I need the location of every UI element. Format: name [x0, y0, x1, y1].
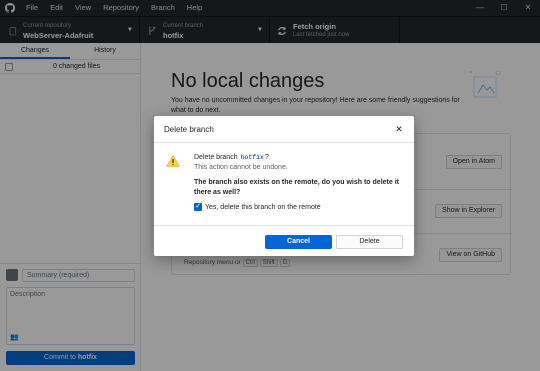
delete-suffix: ?	[264, 154, 269, 161]
dialog-title: Delete branch	[164, 124, 214, 134]
cancel-button[interactable]: Cancel	[265, 235, 332, 249]
branch-code: hotfix	[239, 154, 265, 161]
remote-question: The branch also exists on the remote, do…	[194, 179, 399, 196]
delete-remote-label[interactable]: Yes, delete this branch on the remote	[205, 204, 321, 211]
delete-confirm-text: Delete branch hotfix?	[194, 153, 404, 163]
delete-remote-checkbox[interactable]: ✓	[194, 203, 202, 211]
delete-button[interactable]: Delete	[336, 235, 403, 249]
delete-prefix: Delete branch	[194, 154, 240, 161]
delete-branch-dialog: Delete branch ✕ Delete branch hotfix? Th…	[154, 116, 414, 256]
close-icon[interactable]: ✕	[394, 124, 404, 135]
undone-warning: This action cannot be undone.	[194, 164, 288, 171]
delete-remote-option[interactable]: ✓ Yes, delete this branch on the remote	[194, 203, 404, 211]
warning-icon	[165, 154, 181, 167]
